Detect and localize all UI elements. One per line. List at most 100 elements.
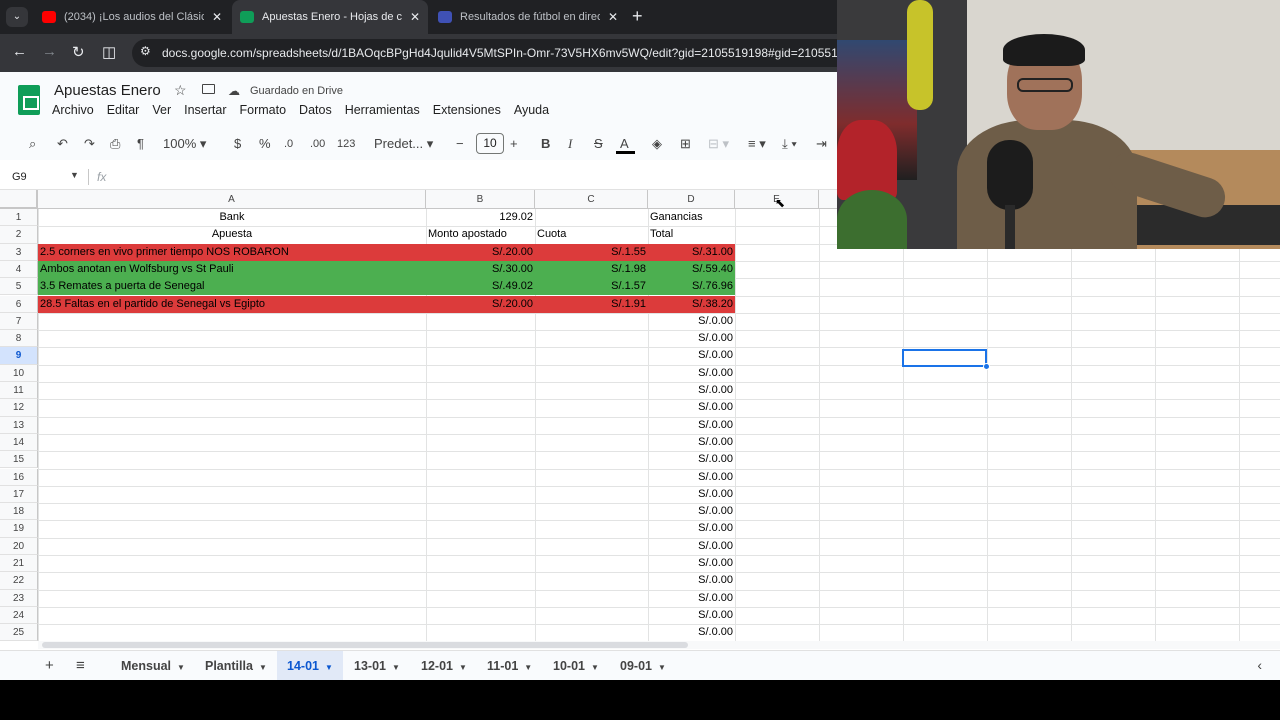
vertical-align-icon[interactable]: ⤓ ▾ <box>782 136 797 152</box>
collapse-arrow-icon[interactable]: ‹ <box>1257 657 1262 673</box>
undo-icon[interactable]: ↶ <box>57 136 68 152</box>
cell-d1[interactable]: Ganancias <box>648 209 735 226</box>
move-folder-icon[interactable] <box>202 84 215 94</box>
cell-d4[interactable]: S/.59.40 <box>648 260 735 279</box>
close-icon[interactable]: ✕ <box>212 10 222 24</box>
font-size-increase-icon[interactable]: + <box>510 136 518 151</box>
cell-d15[interactable]: S/.0.00 <box>648 451 735 468</box>
row-header[interactable]: 21 <box>0 555 38 573</box>
cell-a2[interactable]: Apuesta <box>38 226 426 243</box>
cell-b1[interactable]: 129.02 <box>426 209 535 226</box>
row-header[interactable]: 22 <box>0 572 38 590</box>
sheet-tab-14-01[interactable]: 14-01 ▼ <box>277 651 343 680</box>
row-header[interactable]: 19 <box>0 520 38 538</box>
cell-d21[interactable]: S/.0.00 <box>648 555 735 572</box>
cell-b4[interactable]: S/.30.00 <box>426 260 535 279</box>
star-icon[interactable]: ☆ <box>174 82 187 99</box>
cell-d9[interactable]: S/.0.00 <box>648 347 735 364</box>
cell-b6[interactable]: S/.20.00 <box>426 295 535 313</box>
cell-d3[interactable]: S/.31.00 <box>648 243 735 261</box>
row-header[interactable]: 13 <box>0 416 38 434</box>
scrollbar-thumb[interactable] <box>42 642 688 648</box>
cell-d18[interactable]: S/.0.00 <box>648 503 735 520</box>
cell-d8[interactable]: S/.0.00 <box>648 330 735 347</box>
menu-extensiones[interactable]: Extensiones <box>433 103 501 117</box>
row-header[interactable]: 12 <box>0 399 38 417</box>
sheet-tab-mensual[interactable]: Mensual ▼ <box>111 651 195 680</box>
sheet-tab-09-01[interactable]: 09-01 ▼ <box>610 651 676 680</box>
cell-d24[interactable]: S/.0.00 <box>648 607 735 624</box>
row-header[interactable]: 7 <box>0 312 38 331</box>
search-icon[interactable]: ⌕ <box>29 136 36 152</box>
cell-c5[interactable]: S/.1.57 <box>535 278 648 296</box>
sheet-tab-11-01[interactable]: 11-01 ▼ <box>477 651 542 680</box>
sheets-logo-icon[interactable] <box>18 85 40 115</box>
font-size-decrease-icon[interactable]: − <box>456 136 464 151</box>
row-header[interactable]: 20 <box>0 537 38 555</box>
selected-cell-g9[interactable] <box>902 349 987 367</box>
column-header-c[interactable]: C <box>535 190 648 209</box>
row-header[interactable]: 1 <box>0 209 38 227</box>
menu-insertar[interactable]: Insertar <box>184 103 226 117</box>
more-formats-button[interactable]: 123 <box>337 138 355 150</box>
add-sheet-plus-icon[interactable]: + <box>45 657 54 674</box>
site-info-icon[interactable]: ⚙ <box>140 44 151 58</box>
cell-d19[interactable]: S/.0.00 <box>648 520 735 537</box>
cell-d10[interactable]: S/.0.00 <box>648 365 735 382</box>
cell-d5[interactable]: S/.76.96 <box>648 278 735 296</box>
cell-a4[interactable]: Ambos anotan en Wolfsburg vs St Pauli <box>38 260 426 279</box>
percent-format-button[interactable]: % <box>259 136 271 151</box>
chevron-down-icon[interactable]: ▼ <box>70 170 79 180</box>
align-icon[interactable]: ≡ ▾ <box>748 136 766 152</box>
paint-format-icon[interactable]: ¶ <box>137 136 144 151</box>
cell-d7[interactable]: S/.0.00 <box>648 313 735 330</box>
browser-tab-results[interactable]: Resultados de fútbol en directo ✕ <box>430 0 626 34</box>
redo-icon[interactable]: ↷ <box>84 136 95 152</box>
tab-search-icon[interactable]: ⌄ <box>6 7 28 27</box>
row-header[interactable]: 23 <box>0 589 38 607</box>
print-icon[interactable]: ⎙ <box>110 136 120 152</box>
back-arrow-icon[interactable]: ← <box>12 43 27 60</box>
cell-d25[interactable]: S/.0.00 <box>648 624 735 641</box>
menu-datos[interactable]: Datos <box>299 103 332 117</box>
column-header-d[interactable]: D <box>648 190 735 209</box>
cell-d14[interactable]: S/.0.00 <box>648 434 735 451</box>
cell-c3[interactable]: S/.1.55 <box>535 243 648 261</box>
increase-decimals-button[interactable]: .00 <box>310 138 325 150</box>
cell-c6[interactable]: S/.1.91 <box>535 295 648 313</box>
cell-d23[interactable]: S/.0.00 <box>648 590 735 607</box>
menu-ver[interactable]: Ver <box>152 103 171 117</box>
row-header[interactable]: 17 <box>0 485 38 504</box>
spreadsheet-grid[interactable]: A B C D E 1 2 3 4 5 6 7 8 9 10 11 12 13 14 15 16 17 18 19 2… <box>0 190 1280 642</box>
row-header[interactable]: 11 <box>0 382 38 400</box>
sheet-tab-13-01[interactable]: 13-01 ▼ <box>344 651 410 680</box>
cell-b3[interactable]: S/.20.00 <box>426 243 535 261</box>
cell-d17[interactable]: S/.0.00 <box>648 486 735 503</box>
row-header[interactable]: 8 <box>0 330 38 348</box>
row-header[interactable]: 24 <box>0 606 38 625</box>
currency-format-button[interactable]: $ <box>234 136 241 151</box>
row-header[interactable]: 3 <box>0 243 38 261</box>
forward-arrow-icon[interactable]: → <box>42 43 57 60</box>
row-header[interactable]: 10 <box>0 364 38 382</box>
cell-a3[interactable]: 2.5 corners en vivo primer tiempo NOS RO… <box>38 243 426 261</box>
decrease-decimals-button[interactable]: .0 <box>284 138 293 150</box>
browser-tab-sheets[interactable]: Apuestas Enero - Hojas de cálc ✕ <box>232 0 428 34</box>
fill-handle[interactable] <box>983 363 990 370</box>
cell-c2[interactable]: Cuota <box>535 226 648 243</box>
row-header[interactable]: 9 <box>0 347 38 365</box>
cell-d13[interactable]: S/.0.00 <box>648 417 735 434</box>
cell-a6[interactable]: 28.5 Faltas en el partido de Senegal vs … <box>38 295 426 313</box>
menu-formato[interactable]: Formato <box>240 103 287 117</box>
text-color-button[interactable]: A <box>620 136 629 151</box>
column-header-b[interactable]: B <box>426 190 535 209</box>
cell-b2[interactable]: Monto apostado <box>426 226 535 243</box>
doc-title[interactable]: Apuestas Enero <box>54 82 161 99</box>
cell-d6[interactable]: S/.38.20 <box>648 295 735 313</box>
all-sheets-menu-icon[interactable]: ≡ <box>76 657 85 674</box>
cell-d12[interactable]: S/.0.00 <box>648 399 735 416</box>
menu-herramientas[interactable]: Herramientas <box>345 103 420 117</box>
row-header[interactable]: 25 <box>0 624 38 642</box>
italic-button[interactable]: I <box>568 136 572 152</box>
sheet-tab-10-01[interactable]: 10-01 ▼ <box>543 651 609 680</box>
